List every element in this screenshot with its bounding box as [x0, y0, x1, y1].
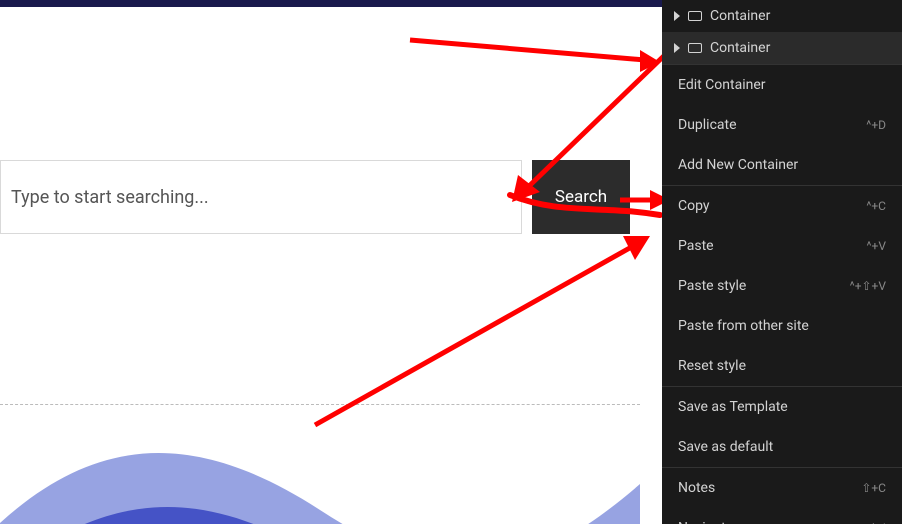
menu-notes[interactable]: Notes ⇧+C	[662, 468, 902, 508]
container-icon	[688, 43, 702, 53]
menu-add-new-container[interactable]: Add New Container	[662, 145, 902, 185]
menu-label: Save as default	[678, 439, 773, 455]
context-menu-panel: Container Container Edit Container Dupli…	[662, 0, 902, 524]
container-icon	[688, 11, 702, 21]
menu-edit-container[interactable]: Edit Container	[662, 65, 902, 105]
menu-shortcut: ^+V	[867, 239, 886, 253]
search-input[interactable]	[0, 160, 522, 234]
annotation-stroke	[505, 190, 665, 225]
menu-paste[interactable]: Paste ^+V	[662, 226, 902, 266]
menu-shortcut: ⇧+C	[861, 481, 886, 495]
tree-item-label: Container	[710, 8, 770, 24]
menu-reset-style[interactable]: Reset style	[662, 346, 902, 386]
expand-icon	[674, 11, 680, 21]
menu-label: Save as Template	[678, 399, 788, 415]
menu-shortcut: ^+⇧+V	[850, 279, 886, 293]
menu-label: Navigator	[678, 520, 738, 524]
menu-label: Paste from other site	[678, 318, 809, 334]
menu-label: Copy	[678, 198, 710, 214]
menu-label: Edit Container	[678, 77, 766, 93]
menu-duplicate[interactable]: Duplicate ^+D	[662, 105, 902, 145]
menu-save-as-template[interactable]: Save as Template	[662, 387, 902, 427]
menu-copy[interactable]: Copy ^+C	[662, 186, 902, 226]
expand-icon	[674, 43, 680, 53]
menu-label: Add New Container	[678, 157, 798, 173]
menu-save-as-default[interactable]: Save as default	[662, 427, 902, 467]
menu-navigator[interactable]: Navigator ^+I	[662, 508, 902, 524]
menu-shortcut: ^+D	[866, 118, 886, 132]
menu-label: Paste	[678, 238, 714, 254]
tree-item-container[interactable]: Container	[662, 0, 902, 32]
tree-item-container[interactable]: Container	[662, 32, 902, 64]
menu-label: Paste style	[678, 278, 746, 294]
tree-item-label: Container	[710, 40, 770, 56]
menu-label: Notes	[678, 480, 715, 496]
menu-paste-style[interactable]: Paste style ^+⇧+V	[662, 266, 902, 306]
menu-paste-other-site[interactable]: Paste from other site	[662, 306, 902, 346]
decorative-waves	[0, 404, 640, 524]
menu-shortcut: ^+C	[866, 199, 886, 213]
top-bar	[0, 0, 670, 7]
annotation-arrow	[400, 30, 670, 90]
menu-label: Reset style	[678, 358, 746, 374]
menu-label: Duplicate	[678, 117, 737, 133]
